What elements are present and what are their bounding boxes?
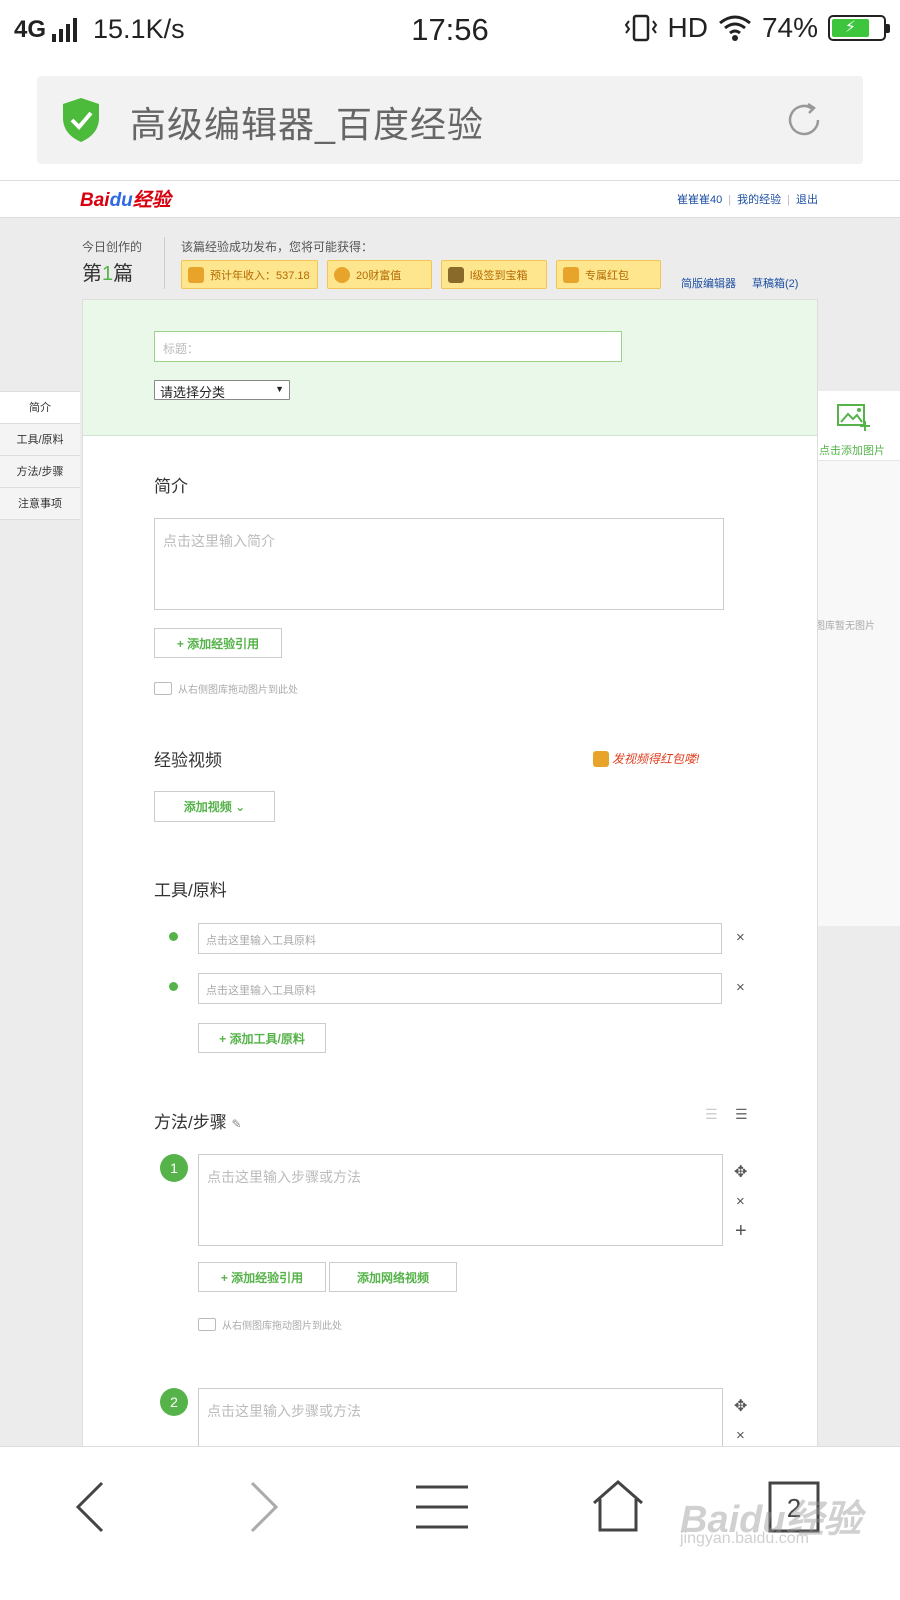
drafts-link[interactable]: 草稿箱(2) [752, 275, 798, 291]
user-links: 崔崔崔40 | 我的经验 | 退出 [677, 194, 818, 206]
today-count: 第1篇 [82, 263, 134, 285]
battery-percent: 74% [761, 12, 818, 43]
move-icon[interactable]: ✥ [734, 1396, 747, 1416]
chest-icon [448, 266, 464, 283]
nav-tools[interactable]: 工具/原料 [0, 424, 80, 456]
video-title: 经验视频 [154, 751, 222, 770]
bullet-dot [169, 932, 178, 941]
hd-label: HD [667, 12, 708, 43]
video-promo[interactable]: 发视频得红包喽! [593, 750, 699, 767]
section-nav: 简介 工具/原料 方法/步骤 注意事项 [0, 391, 80, 520]
status-right: HD 74% ⚡ [624, 12, 890, 44]
reward-wealth: 20财富值 [327, 260, 432, 289]
drag-image-hint: 从右侧图库拖动图片到此处 [154, 681, 298, 696]
add-step-button[interactable]: + [735, 1220, 747, 1243]
coin-icon [334, 266, 350, 283]
editor-panel: 标题： 请选择分类 ▼ 简介 点击这里输入简介 + 添加经验引用 从右侧图库拖动图… [82, 299, 818, 1446]
divider [164, 237, 165, 289]
secure-shield-icon [63, 98, 99, 142]
add-web-video-button[interactable]: 添加网络视频 [329, 1262, 457, 1292]
intro-title: 简介 [154, 477, 188, 496]
home-icon[interactable] [590, 1479, 646, 1533]
menu-icon[interactable] [414, 1483, 470, 1531]
vibrate-icon [624, 14, 657, 42]
tool-input-2[interactable]: 点击这里输入工具原料 [198, 973, 722, 1004]
nav-notes[interactable]: 注意事项 [0, 488, 80, 520]
simple-editor-link[interactable]: 简版编辑器 [681, 275, 736, 291]
remove-step-button[interactable]: × [736, 1427, 745, 1444]
red-envelope-icon [593, 750, 609, 767]
bullet-dot [169, 982, 178, 991]
step-textarea-2[interactable]: 点击这里输入步骤或方法 [198, 1388, 723, 1446]
step-textarea-1[interactable]: 点击这里输入步骤或方法 [198, 1154, 723, 1246]
remove-step-button[interactable]: × [736, 1193, 745, 1210]
status-bar: 4G 15.1K/s 17:56 HD 74% ⚡ [0, 0, 900, 62]
page-title: 高级编辑器_百度经验 [130, 104, 485, 145]
edit-pencil-icon[interactable]: ✎ [231, 1117, 241, 1131]
reward-redpacket: 专属红包 [556, 260, 661, 289]
red-envelope-icon [563, 266, 579, 283]
tool-input-1[interactable]: 点击这里输入工具原料 [198, 923, 722, 954]
rewards-label: 该篇经验成功发布，您将可能获得： [181, 240, 374, 254]
today-label: 今日创作的 [82, 240, 143, 254]
add-image-icon [837, 404, 870, 431]
baidu-jingyan-logo[interactable]: Baidu经验 [80, 185, 171, 212]
wifi-icon [719, 15, 751, 41]
tools-title: 工具/原料 [154, 881, 227, 900]
watermark-url: jingyan.baidu.com [680, 1530, 809, 1547]
site-header: Baidu经验 崔崔崔40 | 我的经验 | 退出 [0, 181, 900, 218]
step-number: 1 [160, 1154, 188, 1182]
remove-tool-button[interactable]: × [736, 979, 745, 996]
reward-chest: l级签到宝箱 [441, 260, 547, 289]
add-reference-button[interactable]: + 添加经验引用 [154, 628, 282, 658]
no-images-text: 图库暂无图片 [815, 621, 875, 632]
back-icon[interactable] [72, 1479, 108, 1535]
intro-textarea[interactable]: 点击这里输入简介 [154, 518, 724, 610]
my-experience-link[interactable]: 我的经验 [737, 194, 781, 206]
forward-icon[interactable] [246, 1479, 282, 1535]
ordered-list-icon[interactable]: ☰ [705, 1106, 718, 1123]
user-name-link[interactable]: 崔崔崔40 [677, 194, 722, 206]
image-icon [198, 1318, 216, 1331]
logout-link[interactable]: 退出 [796, 194, 818, 206]
move-icon[interactable]: ✥ [734, 1162, 747, 1182]
category-select[interactable]: 请选择分类 ▼ [154, 380, 290, 400]
reward-income: 预计年收入：537.18 [181, 260, 318, 289]
dropdown-arrow-icon: ▼ [275, 384, 284, 394]
red-envelope-icon [188, 266, 204, 283]
title-input[interactable]: 标题： [154, 331, 622, 362]
steps-title: 方法/步骤 ✎ [154, 1113, 242, 1132]
unordered-list-icon[interactable]: ☰ [735, 1106, 748, 1123]
step-add-reference-button[interactable]: + 添加经验引用 [198, 1262, 326, 1292]
add-video-button[interactable]: 添加视频 ⌄ [154, 791, 275, 822]
web-page: Baidu经验 崔崔崔40 | 我的经验 | 退出 今日创作的 第1篇 该篇经验成功发布… [0, 180, 900, 1446]
nav-intro[interactable]: 简介 [0, 392, 80, 424]
nav-steps[interactable]: 方法/步骤 [0, 456, 80, 488]
step-number: 2 [160, 1388, 188, 1416]
title-area: 标题： 请选择分类 ▼ [83, 300, 817, 436]
battery-icon: ⚡ [828, 15, 890, 41]
remove-tool-button[interactable]: × [736, 929, 745, 946]
image-icon [154, 682, 172, 695]
step-drag-image-hint: 从右侧图库拖动图片到此处 [198, 1317, 342, 1332]
add-tool-button[interactable]: + 添加工具/原料 [198, 1023, 326, 1053]
reload-icon[interactable] [784, 100, 824, 140]
